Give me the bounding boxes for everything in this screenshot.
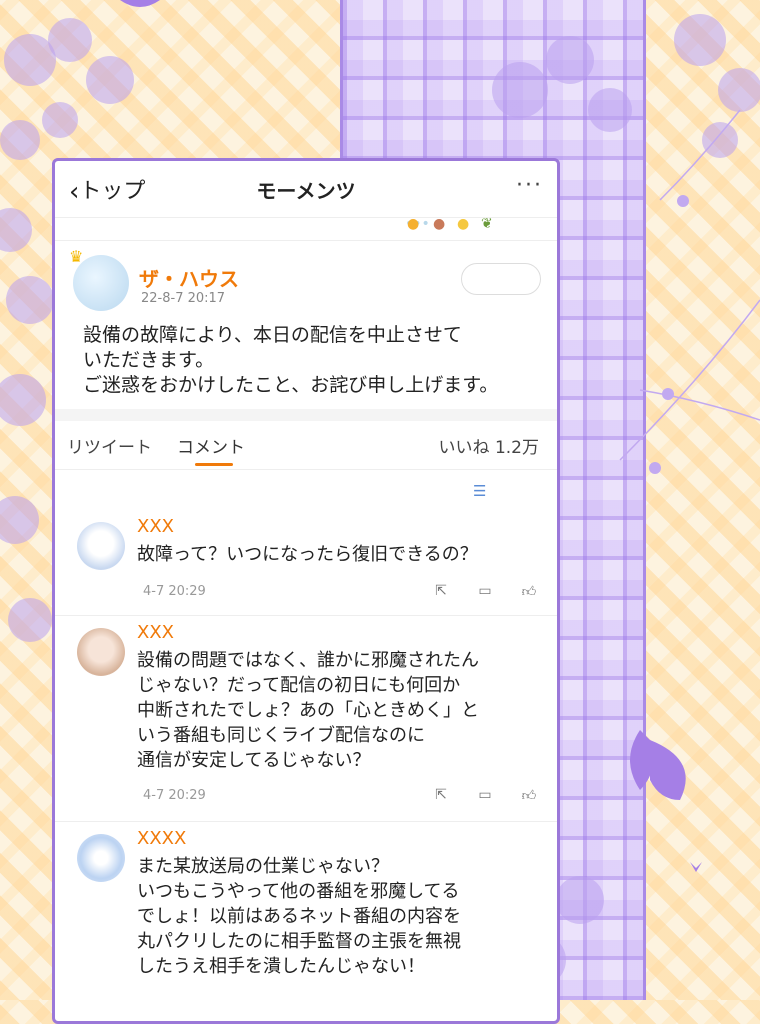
post-header: ♛ ザ・ハウス 22-8-7 20:17 <box>55 240 557 319</box>
sticker-icon: ❦ <box>481 216 493 232</box>
sticker-icon: ● <box>407 216 420 232</box>
share-icon[interactable]: ⇱ <box>431 786 451 804</box>
comment-line: 故障って？いつになったら復旧できるの？ <box>137 544 478 565</box>
tab-retweet[interactable]: リツイート <box>67 433 152 458</box>
comment-actions: ⇱ ▭ 👍︎ <box>431 582 539 600</box>
crown-icon: ♛ <box>69 247 84 266</box>
comment-text: 設備の問題ではなく、誰かに邪魔されたん じゃない？だって配信の初日にも何回か 中… <box>137 648 547 773</box>
active-tab-indicator <box>195 463 233 466</box>
comment-icon[interactable]: ▭ <box>475 582 495 600</box>
comment-text: また某放送局の仕業じゃない？ いつもこうやって他の番組を邪魔してる でしょ！以前… <box>137 854 547 979</box>
comment-author[interactable]: XXX <box>137 622 174 643</box>
comment-icon[interactable]: ▭ <box>475 786 495 804</box>
divider <box>55 409 557 421</box>
post-line: いただきます。 <box>83 349 215 371</box>
comment-item: XXX 故障って？いつになったら復旧できるの？ 4-7 20:29 ⇱ ▭ 👍︎ <box>55 510 557 616</box>
like-icon[interactable]: 👍︎ <box>519 786 539 804</box>
like-icon[interactable]: 👍︎ <box>519 582 539 600</box>
post-line: 設備の故障により、本日の配信を中止させて <box>83 324 462 346</box>
comment-item: XXX 設備の問題ではなく、誰かに邪魔されたん じゃない？だって配信の初日にも何… <box>55 616 557 822</box>
comment-timestamp: 4-7 20:29 <box>143 788 206 803</box>
comment-item: XXXX また某放送局の仕業じゃない？ いつもこうやって他の番組を邪魔してる で… <box>55 822 557 1021</box>
nav-bar: ‹トップ モーメンツ ··· <box>55 161 557 218</box>
sticker-icon: ● <box>457 216 470 232</box>
sort-icon[interactable]: ☰ <box>473 482 486 500</box>
back-label: トップ <box>79 179 146 204</box>
comment-line: 中断されたでしょ？あの「心ときめく」と <box>137 700 479 721</box>
comment-line: いう番組も同じくライブ配信なのに <box>137 725 425 746</box>
comment-line: 丸パクリしたのに相手監督の主張を無視 <box>137 931 461 952</box>
comment-line: じゃない？だって配信の初日にも何回か <box>137 675 461 696</box>
sort-row: ☰ <box>55 470 557 510</box>
comment-line: 通信が安定してるじゃない？ <box>137 750 371 771</box>
avatar[interactable] <box>77 522 125 570</box>
comment-line: したうえ相手を潰したんじゃない！ <box>137 956 425 977</box>
post-timestamp: 22-8-7 20:17 <box>141 291 226 306</box>
post-line: ご迷惑をおかけしたこと、お詫び申し上げます。 <box>83 374 499 396</box>
likes-count[interactable]: いいね 1.2万 <box>439 433 539 458</box>
tab-comment[interactable]: コメント <box>177 433 245 458</box>
comment-author[interactable]: XXX <box>137 516 174 537</box>
comment-line: いつもこうやって他の番組を邪魔してる <box>137 881 460 902</box>
chevron-left-icon: ‹ <box>69 177 80 207</box>
back-button[interactable]: ‹トップ <box>69 173 145 207</box>
phone-screen: ‹トップ モーメンツ ··· ••• ● ● ● ❦ ♛ ザ・ハウス 22-8-… <box>52 158 560 1024</box>
post-text: 設備の故障により、本日の配信を中止させて いただきます。 ご迷惑をおかけしたこと… <box>55 319 557 401</box>
comment-timestamp: 4-7 20:29 <box>143 584 206 599</box>
comment-author[interactable]: XXXX <box>137 828 186 849</box>
author-name[interactable]: ザ・ハウス <box>139 263 239 292</box>
avatar[interactable] <box>77 834 125 882</box>
comment-actions: ⇱ ▭ 👍︎ <box>431 786 539 804</box>
comment-line: でしょ！以前はあるネット番組の内容を <box>137 906 461 927</box>
avatar[interactable] <box>77 628 125 676</box>
comment-text: 故障って？いつになったら復旧できるの？ <box>137 542 547 567</box>
sticker-icon: ● <box>433 216 446 232</box>
follow-button[interactable] <box>461 263 541 295</box>
sticker-strip: ••• ● ● ● ❦ <box>55 216 557 240</box>
comment-line: また某放送局の仕業じゃない？ <box>137 856 389 877</box>
tab-bar: リツイート コメント いいね 1.2万 <box>55 421 557 470</box>
butterfly-icon <box>630 730 686 800</box>
more-options-icon[interactable]: ··· <box>516 173 543 198</box>
share-icon[interactable]: ⇱ <box>431 582 451 600</box>
comment-line: 設備の問題ではなく、誰かに邪魔されたん <box>137 650 479 671</box>
